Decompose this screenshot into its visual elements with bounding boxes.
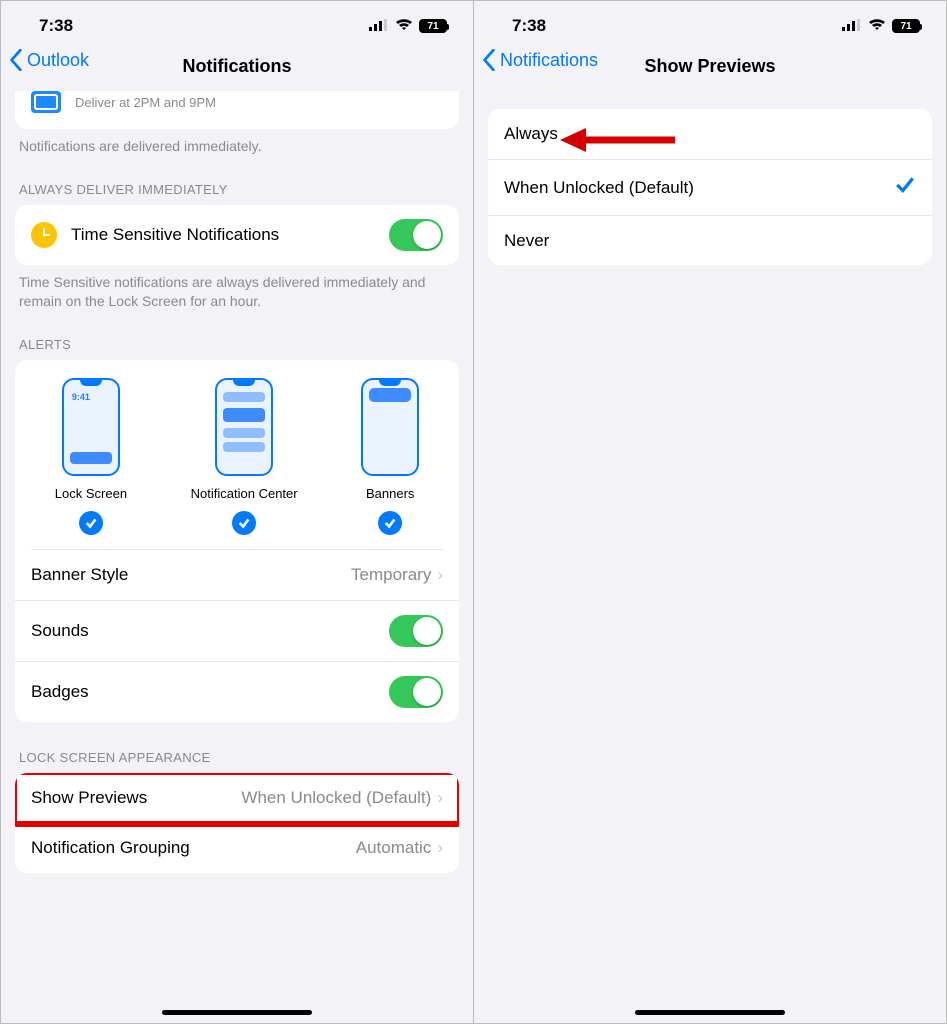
section-header-always: Always Deliver Immediately (15, 174, 459, 205)
alert-banners[interactable]: Banners (361, 378, 419, 535)
calendar-icon (31, 91, 61, 113)
option-unlocked-label: When Unlocked (Default) (504, 178, 694, 198)
time-sensitive-desc: Time Sensitive notifications are always … (15, 265, 459, 329)
banner-style-row[interactable]: Banner Style Temporary › (15, 550, 459, 600)
alert-lock-label: Lock Screen (55, 486, 127, 501)
delivered-immediately-text: Notifications are delivered immediately. (15, 129, 459, 174)
badges-row[interactable]: Badges (15, 661, 459, 722)
scheduled-summary-card-partial[interactable]: Deliver at 2PM and 9PM (15, 91, 459, 129)
cellular-icon (842, 16, 862, 36)
alert-notification-center[interactable]: Notification Center (191, 378, 298, 535)
option-always[interactable]: Always (488, 109, 932, 159)
back-button[interactable]: Outlook (9, 49, 89, 71)
wifi-icon (395, 16, 413, 36)
home-indicator[interactable] (635, 1010, 785, 1015)
status-time: 7:38 (39, 16, 73, 36)
back-label: Notifications (500, 50, 598, 71)
time-sensitive-toggle[interactable] (389, 219, 443, 251)
show-previews-row[interactable]: Show Previews When Unlocked (Default) › (15, 773, 459, 823)
alert-banners-check[interactable] (378, 511, 402, 535)
battery-icon: 71 (419, 19, 447, 33)
nav-bar: Outlook Notifications (1, 45, 473, 91)
section-header-alerts: Alerts (15, 329, 459, 360)
chevron-left-icon (9, 49, 23, 71)
alerts-card: 9:41 Lock Screen Notification Center Ban… (15, 360, 459, 722)
status-icons: 71 (369, 16, 447, 36)
status-time: 7:38 (512, 16, 546, 36)
status-bar: 7:38 71 (1, 1, 473, 45)
option-when-unlocked[interactable]: When Unlocked (Default) (488, 159, 932, 215)
time-sensitive-card: Time Sensitive Notifications (15, 205, 459, 265)
alert-center-check[interactable] (232, 511, 256, 535)
checkmark-icon (894, 174, 916, 201)
back-button[interactable]: Notifications (482, 49, 598, 71)
status-bar: 7:38 71 (474, 1, 946, 45)
alert-lock-check[interactable] (79, 511, 103, 535)
banner-style-value: Temporary (351, 565, 431, 585)
back-label: Outlook (27, 50, 89, 71)
grouping-value: Automatic (356, 838, 432, 858)
home-indicator[interactable] (162, 1010, 312, 1015)
wifi-icon (868, 16, 886, 36)
clock-icon (31, 222, 57, 248)
scheduled-summary-subtext: Deliver at 2PM and 9PM (75, 95, 216, 110)
battery-icon: 71 (892, 19, 920, 33)
show-previews-value: When Unlocked (Default) (241, 788, 431, 808)
cellular-icon (369, 16, 389, 36)
grouping-label: Notification Grouping (31, 838, 190, 858)
sounds-toggle[interactable] (389, 615, 443, 647)
option-never[interactable]: Never (488, 215, 932, 265)
banner-style-label: Banner Style (31, 565, 128, 585)
chevron-right-icon: › (437, 565, 443, 585)
page-title: Notifications (182, 56, 291, 77)
notification-grouping-row[interactable]: Notification Grouping Automatic› (15, 823, 459, 873)
nav-bar: Notifications Show Previews (474, 45, 946, 91)
left-screenshot: 7:38 71 Outlook Notifications (1, 1, 473, 1023)
option-always-label: Always (504, 124, 558, 144)
badges-label: Badges (31, 682, 89, 702)
status-icons: 71 (842, 16, 920, 36)
chevron-left-icon (482, 49, 496, 71)
show-previews-label: Show Previews (31, 788, 147, 808)
section-header-lockscreen: Lock Screen Appearance (15, 742, 459, 773)
time-sensitive-label: Time Sensitive Notifications (71, 225, 279, 245)
sounds-label: Sounds (31, 621, 89, 641)
option-never-label: Never (504, 231, 549, 251)
previews-options-card: Always When Unlocked (Default) Never (488, 109, 932, 265)
badges-toggle[interactable] (389, 676, 443, 708)
chevron-right-icon: › (437, 838, 443, 858)
page-title: Show Previews (644, 56, 775, 77)
time-sensitive-row[interactable]: Time Sensitive Notifications (15, 205, 459, 265)
alert-lock-screen[interactable]: 9:41 Lock Screen (55, 378, 127, 535)
alert-banners-label: Banners (366, 486, 414, 501)
sounds-row[interactable]: Sounds (15, 600, 459, 661)
lockscreen-card: Show Previews When Unlocked (Default) › N… (15, 773, 459, 873)
alert-center-label: Notification Center (191, 486, 298, 501)
right-screenshot: 7:38 71 Notifications Show Previews (473, 1, 946, 1023)
chevron-right-icon: › (437, 788, 443, 808)
